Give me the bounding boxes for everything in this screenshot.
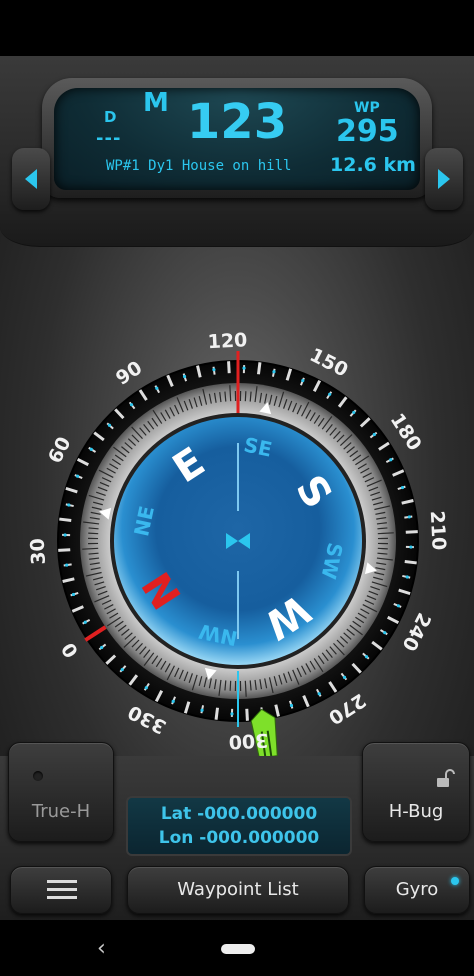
chevron-right-icon xyxy=(438,169,450,189)
waypoint-name: WP#1 Dy1 House on hill xyxy=(106,158,292,174)
bezel-dot xyxy=(342,675,347,679)
home-pill-icon[interactable] xyxy=(221,944,255,954)
ring-tick xyxy=(244,680,247,697)
bezel-tick xyxy=(58,548,71,552)
heading-bug-label: H-Bug xyxy=(388,801,444,822)
menu-button[interactable] xyxy=(10,866,112,914)
degree-label: 0 xyxy=(57,638,83,661)
ring-tick xyxy=(377,547,388,550)
bezel-dot xyxy=(200,708,204,712)
bezel-dot xyxy=(301,378,305,383)
waypoint-list-button[interactable]: Waypoint List xyxy=(127,866,349,914)
bezel-dot xyxy=(83,620,87,624)
bezel-dot xyxy=(383,631,387,635)
bezel-tick xyxy=(59,517,72,523)
degree-label: 300 xyxy=(228,729,269,753)
longitude-value: Lon -000.000000 xyxy=(158,828,320,848)
true-heading-label: True-H xyxy=(31,801,91,822)
degree-label: 150 xyxy=(306,344,351,382)
bezel-dot xyxy=(364,655,369,659)
bezel-tick xyxy=(245,708,249,721)
bezel-dot xyxy=(67,503,71,507)
bezel-dot xyxy=(242,366,246,370)
gyro-label: Gyro xyxy=(395,879,439,900)
bezel-dot xyxy=(129,403,134,407)
bezel-dot xyxy=(400,485,405,490)
bezel-dot xyxy=(107,423,112,427)
bezel-dot xyxy=(317,692,321,696)
previous-waypoint-button[interactable] xyxy=(12,148,50,210)
unlock-icon xyxy=(437,769,455,787)
wp-bearing: 295 xyxy=(336,114,399,149)
bezel-dot xyxy=(405,575,409,579)
bezel-tick xyxy=(214,707,220,720)
next-waypoint-button[interactable] xyxy=(425,148,463,210)
degree-label: 330 xyxy=(125,700,170,738)
bezel-tick xyxy=(405,530,418,534)
bezel-dot xyxy=(100,645,104,650)
bezel-dot xyxy=(352,410,356,415)
chevron-left-icon xyxy=(25,169,37,189)
back-icon[interactable]: ‹ xyxy=(97,936,106,961)
bezel-dot xyxy=(212,368,216,372)
degree-label: 240 xyxy=(397,609,435,654)
degree-label: 90 xyxy=(112,357,146,390)
ring-tick xyxy=(377,532,394,535)
bezel-dot xyxy=(396,604,401,608)
bezel-dot xyxy=(328,392,332,396)
bezel-dot xyxy=(230,712,234,716)
bezel-dot xyxy=(372,432,376,437)
bezel-dot xyxy=(289,703,294,708)
compass-dial[interactable]: 0306090120150180210240270300330 NNEE SESS… xyxy=(0,236,474,756)
heading-display: D --- M 123 WP 295 WP#1 Dy1 House on hil… xyxy=(54,88,420,190)
ring-tick xyxy=(229,385,232,402)
degree-label: 210 xyxy=(426,510,450,551)
ring-tick xyxy=(82,547,99,550)
bezel-dot xyxy=(389,458,393,462)
true-heading-button[interactable]: True-H xyxy=(8,742,114,842)
degree-label: 60 xyxy=(44,433,76,467)
latitude-value: Lat -000.000000 xyxy=(160,804,318,824)
bezel-dot xyxy=(171,699,175,704)
bezel-dot xyxy=(65,563,69,567)
bezel-dot xyxy=(182,374,187,379)
bezel-dot xyxy=(120,667,124,672)
degree-label: 30 xyxy=(27,538,50,566)
indicator-led xyxy=(33,771,43,781)
bezel-dot xyxy=(155,386,159,390)
bezel-dot xyxy=(71,592,76,597)
bezel-dot xyxy=(89,447,93,451)
bezel-tick xyxy=(404,559,417,565)
system-navigation-bar: ‹ xyxy=(0,920,474,976)
coordinates-display: Lat -000.000000 Lon -000.000000 xyxy=(126,796,352,856)
hamburger-menu-icon xyxy=(47,880,77,899)
bezel-dot xyxy=(75,474,80,478)
bezel-dot xyxy=(409,545,413,549)
status-bar xyxy=(0,0,474,56)
degree-label: 120 xyxy=(207,329,248,353)
gyro-button[interactable]: Gyro xyxy=(364,866,470,914)
ring-tick xyxy=(229,680,232,691)
ring-tick xyxy=(88,532,99,535)
heading-bug-button[interactable]: H-Bug xyxy=(362,742,470,842)
bezel-dot xyxy=(63,533,67,537)
bezel-dot xyxy=(272,370,276,374)
bezel-dot xyxy=(144,686,148,690)
bezel-tick xyxy=(256,362,262,375)
gyro-indicator-led xyxy=(451,877,459,885)
bezel-tick xyxy=(227,361,231,374)
waypoint-distance: 12.6 km xyxy=(330,154,416,176)
ring-tick xyxy=(244,391,247,402)
bezel-dot xyxy=(407,515,411,519)
